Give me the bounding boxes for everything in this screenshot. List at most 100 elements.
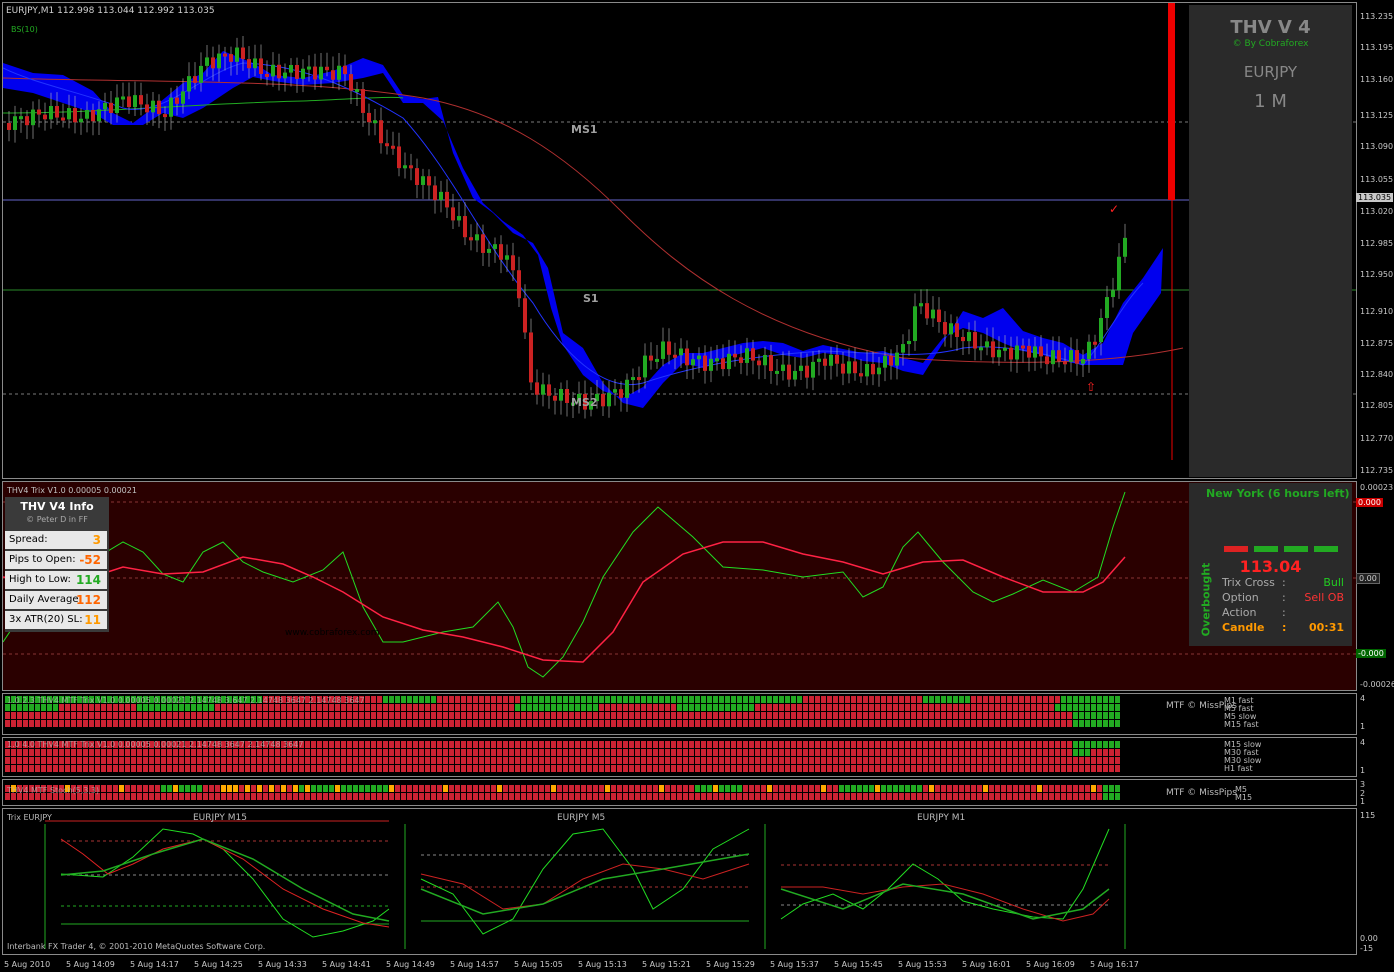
mtf-cell (833, 749, 838, 756)
mtf-cell (791, 696, 796, 703)
mtf-cell (947, 704, 952, 711)
mtf-cell (83, 765, 88, 772)
mtf-cell (377, 785, 382, 792)
mtf-cell (779, 712, 784, 719)
ny-row-value: Bull (1323, 576, 1344, 589)
mtf-cell (455, 793, 460, 800)
mtf-cell (755, 785, 760, 792)
mtf-cell (893, 765, 898, 772)
mtf-cell (173, 704, 178, 711)
mtf-cell (581, 757, 586, 764)
mtf-cell (791, 765, 796, 772)
mtf-cell (329, 720, 334, 727)
mtf-cell (605, 720, 610, 727)
mtf-cell (989, 749, 994, 756)
mtf-cell (815, 793, 820, 800)
mtf-cell (71, 749, 76, 756)
mtf-cell (689, 765, 694, 772)
mtf-cell (641, 741, 646, 748)
candle-body (67, 108, 71, 120)
mtf-cell (125, 712, 130, 719)
mtf-cell (167, 712, 172, 719)
mtf-cell (869, 741, 874, 748)
mtf-cell (899, 696, 904, 703)
mtf-cell (329, 712, 334, 719)
mtf-cell (359, 712, 364, 719)
mtf-cell (659, 765, 664, 772)
candle-body (601, 393, 605, 407)
mtf-cell (257, 712, 262, 719)
mtf-cell (1019, 712, 1024, 719)
mtf-cell (587, 749, 592, 756)
mtf-cell (275, 785, 280, 792)
mtf-cell (839, 696, 844, 703)
time-tick: 5 Aug 14:25 (194, 960, 243, 969)
mtf-cell (263, 793, 268, 800)
mtf-cell (557, 720, 562, 727)
mtf-cell (911, 785, 916, 792)
mtf-cell (89, 712, 94, 719)
mtf-cell (11, 704, 16, 711)
mtf-cell (1109, 741, 1114, 748)
trix-panel[interactable]: THV4 Trix V1.0 0.00005 0.00021 www.cobra… (2, 481, 1357, 691)
mtf-cell (635, 785, 640, 792)
mtf-cell (713, 765, 718, 772)
mtf-panel-1[interactable]: 1.0 2.3 THV4 MTF Trix V1.0 0.00005 0.000… (2, 693, 1357, 735)
mtf-cell (281, 765, 286, 772)
mtf-cell (881, 704, 886, 711)
info-row-label: 3x ATR(20) SL: (9, 614, 83, 625)
candle-body (691, 359, 695, 366)
mtf-cell (833, 696, 838, 703)
mtf-cell (671, 757, 676, 764)
mtf-cell (449, 785, 454, 792)
ny-row-value: Sell OB (1304, 591, 1344, 604)
mtf-cell (287, 720, 292, 727)
mtf-cell (887, 696, 892, 703)
candle-body (643, 355, 647, 378)
mtf-cell (143, 757, 148, 764)
mtf-cell (455, 765, 460, 772)
mtf-cell (11, 712, 16, 719)
mtf-cell (995, 696, 1000, 703)
mtf-cell (797, 712, 802, 719)
mtf-cell (611, 757, 616, 764)
mtf-cell (965, 696, 970, 703)
candle-body (877, 367, 881, 375)
mtf-cell (713, 696, 718, 703)
mtf-cell (1013, 704, 1018, 711)
mtf-cell (521, 765, 526, 772)
mtf-cell (953, 749, 958, 756)
mtf-cell (233, 749, 238, 756)
candle-body (1075, 350, 1079, 364)
mtf-cell (1043, 720, 1048, 727)
mtf-cell (425, 741, 430, 748)
main-chart-panel[interactable]: ✓ ⇧ MS1 S1 MS2 EURJPY,M1 112.998 113.044… (2, 2, 1357, 479)
candle-body (1021, 345, 1025, 349)
mini-trix-panel[interactable]: Trix EURJPY EURJPY M15 EURJPY M5 EURJPY … (2, 808, 1357, 955)
mtf-cell (815, 785, 820, 792)
mtf-cell (839, 785, 844, 792)
mtf-cell (293, 785, 298, 792)
ny-row-label: Trix Cross (1222, 576, 1275, 589)
mtf-cell (743, 785, 748, 792)
mtf-panel-2[interactable]: 1.0 4.0 THV4 MTF Trix V1.0 0.00005 0.000… (2, 737, 1357, 777)
candle-body (667, 341, 671, 355)
mtf2-axis-bottom: 1 (1360, 766, 1366, 775)
mtf-cell (227, 785, 232, 792)
mtf-cell (665, 785, 670, 792)
mtf-cell (1055, 696, 1060, 703)
mtf-cell (713, 749, 718, 756)
mtf-cell (935, 696, 940, 703)
mtf-cell (791, 793, 796, 800)
mtf-cell (395, 704, 400, 711)
candle-body (79, 118, 83, 123)
mtf-cell (251, 749, 256, 756)
mtf-cell (749, 757, 754, 764)
candle-body (271, 64, 275, 77)
mtf-cell (1073, 785, 1078, 792)
mtf-cell (263, 785, 268, 792)
mtf-cell (689, 712, 694, 719)
mtf-cell (803, 696, 808, 703)
mtf-panel-3[interactable]: THV4 MTF Stoch(5,3,3) MTF © MissPips (2, 779, 1357, 806)
mtf-cell (815, 696, 820, 703)
